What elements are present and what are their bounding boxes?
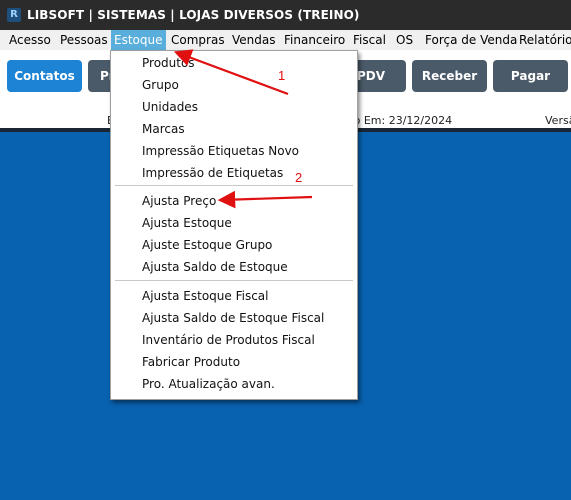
annotation-arrow-2 <box>217 190 313 209</box>
annotation-arrow-1 <box>173 49 289 96</box>
annotation-label-1: 1 <box>278 68 285 83</box>
annotation-label-2: 2 <box>295 170 302 185</box>
annotation-overlay: 1 2 <box>173 49 313 209</box>
